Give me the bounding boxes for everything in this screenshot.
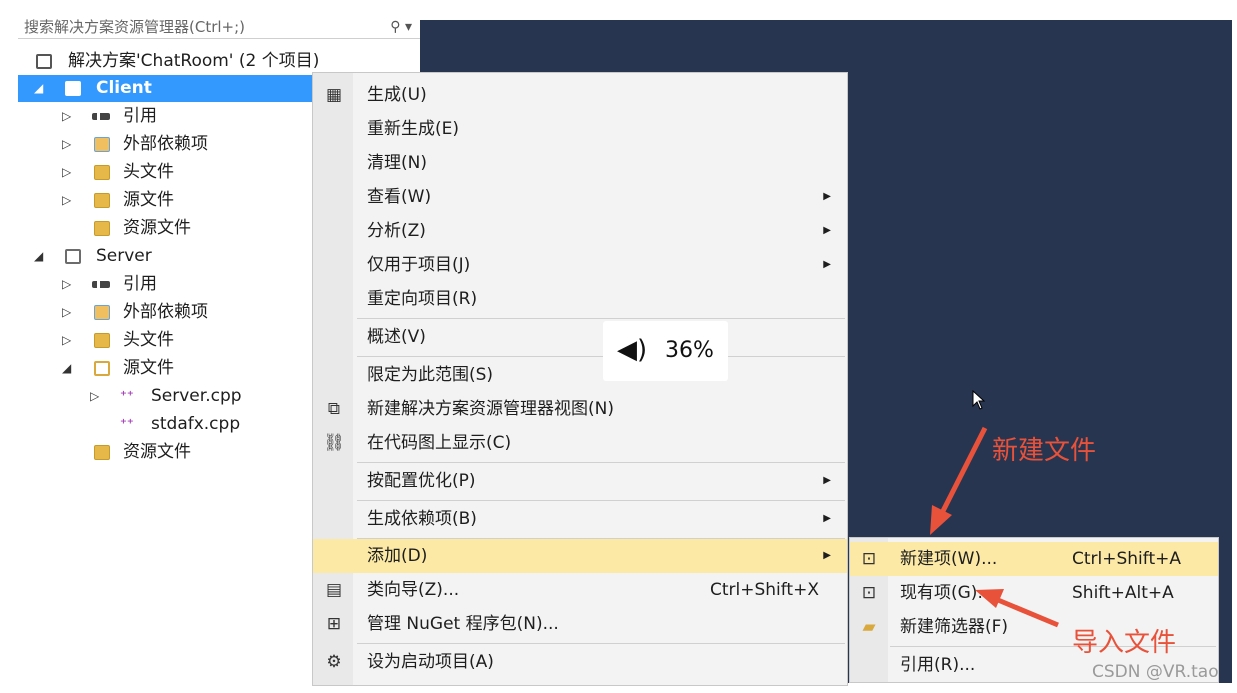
annotation-arrows (930, 426, 1059, 628)
annotation-new-file: 新建文件 (992, 436, 1097, 466)
arrow-to-existing-item (975, 589, 1059, 628)
arrow-to-new-item (930, 426, 988, 535)
annotation-import-file: 导入文件 (1072, 628, 1177, 658)
watermark: CSDN @VR.tao (1092, 662, 1219, 682)
